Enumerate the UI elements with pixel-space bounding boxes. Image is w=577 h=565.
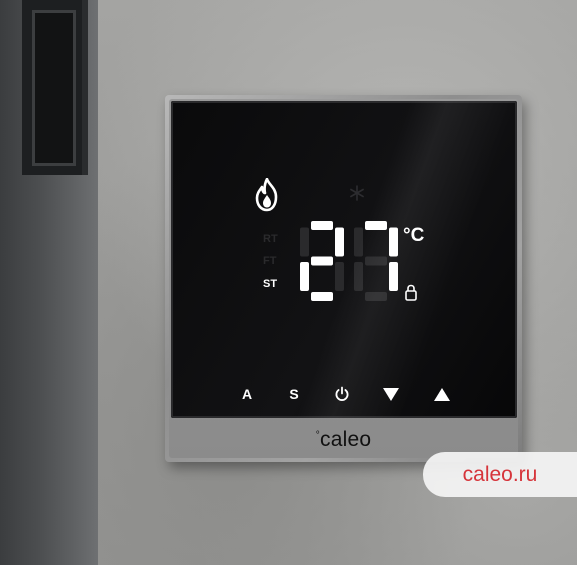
digit-1-segment-e: [300, 262, 309, 291]
digit-2-segment-c: [389, 262, 398, 291]
lock-icon: [405, 284, 417, 301]
mode-s-button[interactable]: S: [282, 383, 306, 405]
digit-2-segment-e: [354, 262, 363, 291]
snowflake-icon: [349, 185, 365, 201]
digit-1-segment-b: [335, 227, 344, 257]
mode-a-button[interactable]: A: [235, 383, 259, 405]
triangle-up-icon: [434, 387, 450, 401]
down-button[interactable]: [379, 383, 403, 405]
brand-name: caleo: [320, 428, 372, 451]
power-icon: [334, 386, 350, 402]
mode-label-ft: FT: [263, 255, 277, 267]
up-button[interactable]: [430, 383, 454, 405]
digit-1-segment-f: [300, 227, 309, 257]
digit-1-segment-d: [311, 292, 333, 301]
website-watermark[interactable]: caleo.ru: [423, 452, 577, 497]
watermark-text: caleo.ru: [462, 462, 538, 486]
triangle-down-icon: [383, 387, 399, 401]
power-button[interactable]: [330, 383, 354, 405]
flame-icon: [254, 177, 280, 212]
digit-1-segment-g: [311, 256, 333, 266]
digit-1-segment-c: [335, 262, 344, 291]
picture-frame-inner: [32, 10, 76, 166]
brand-mark: °: [315, 430, 320, 441]
mode-label-st: ST: [263, 278, 278, 290]
brand-logo: °caleo: [165, 428, 522, 452]
temperature-digits-svg: [300, 221, 398, 301]
mode-label-rt: RT: [263, 233, 278, 245]
digit-2-segment-d: [365, 292, 387, 301]
digit-2-segment-b: [389, 227, 398, 257]
digit-1-segment-a: [311, 221, 333, 230]
temperature-unit: °C: [403, 225, 425, 246]
digit-2-segment-g: [365, 256, 387, 266]
digit-2-segment-a: [365, 221, 387, 230]
digit-2-segment-f: [354, 227, 363, 257]
temperature-readout: [296, 218, 404, 304]
